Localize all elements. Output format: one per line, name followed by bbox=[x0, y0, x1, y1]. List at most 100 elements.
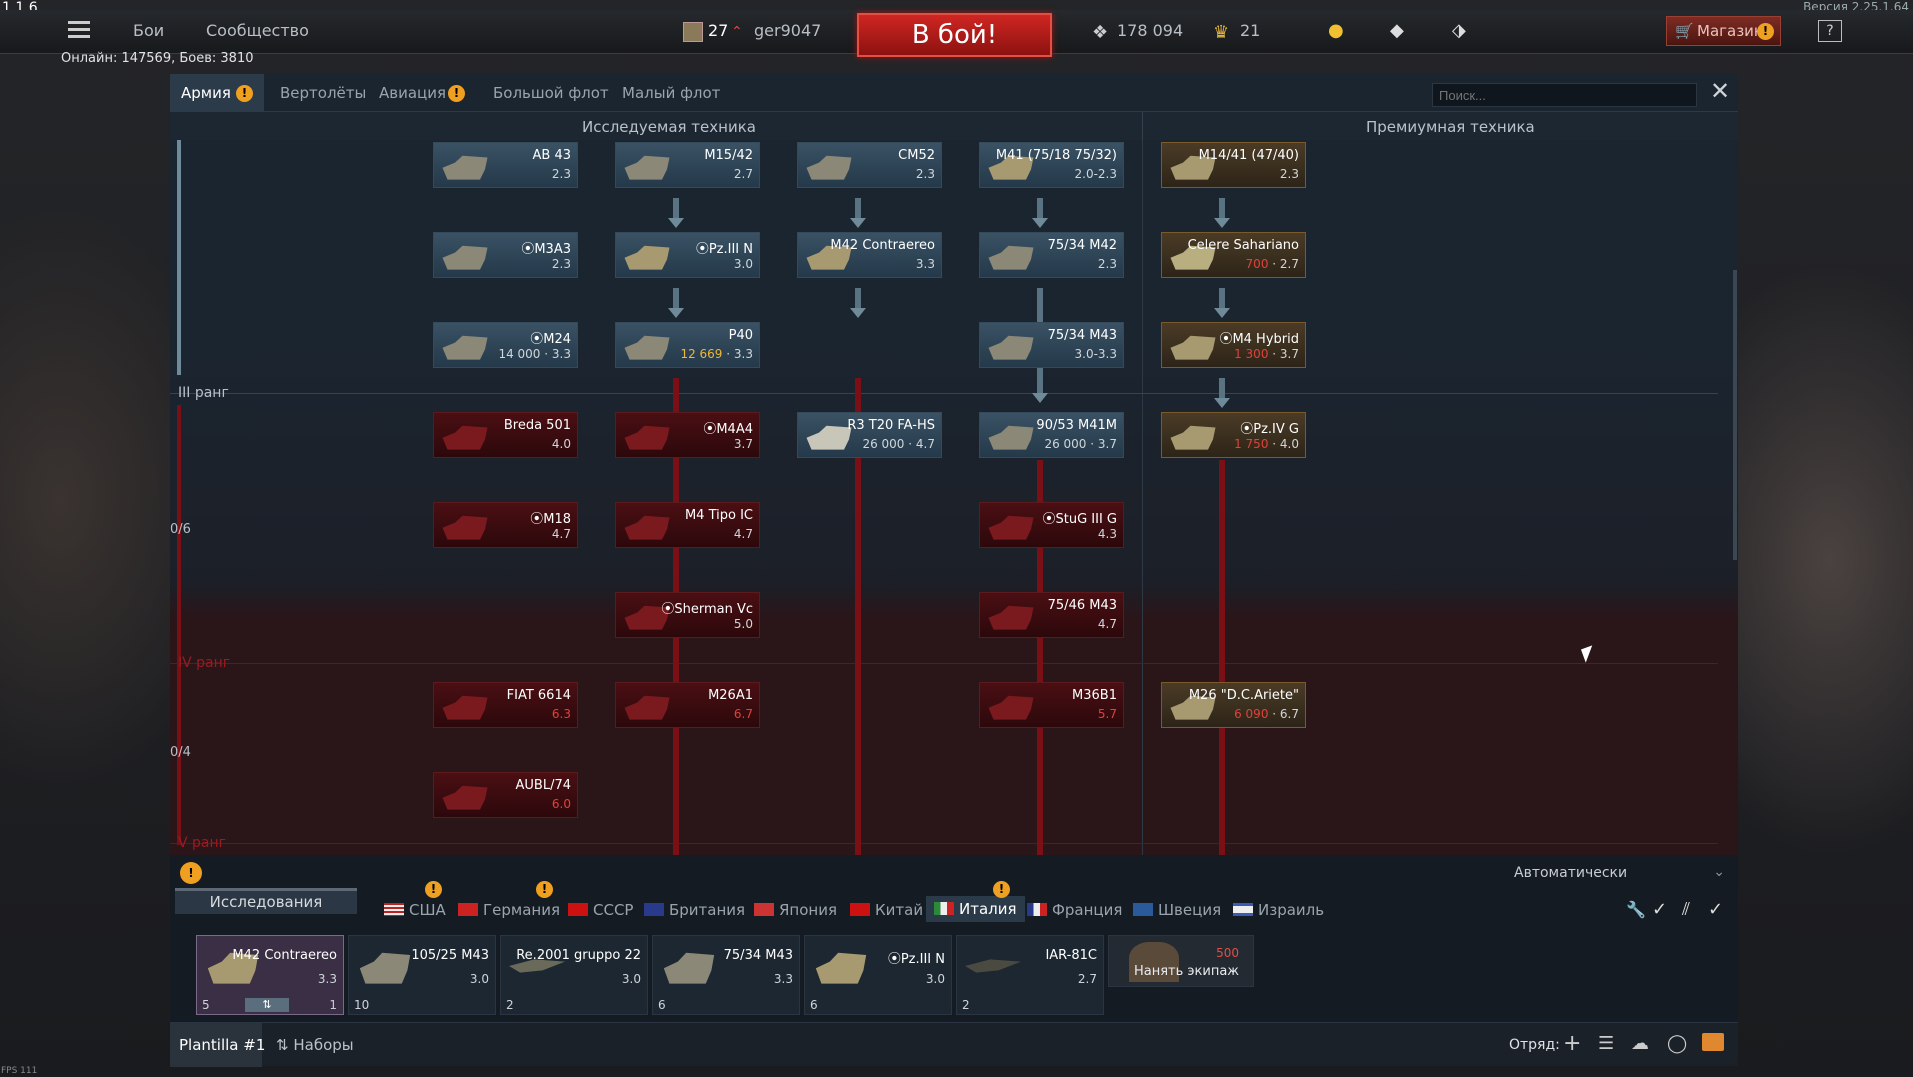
vehicle-card-locked[interactable]: Breda 501 4.0 bbox=[433, 412, 578, 458]
shop-button[interactable]: 🛒 Магазин ! bbox=[1666, 16, 1781, 46]
checkmark-icon[interactable]: ✓ bbox=[1708, 899, 1723, 920]
tank-icon bbox=[442, 515, 488, 540]
vehicle-card-locked[interactable]: M4 Tipo IC 4.7 bbox=[615, 502, 760, 548]
close-icon[interactable]: ✕ bbox=[1708, 79, 1732, 104]
vehicle-card[interactable]: 75/34 M42 2.3 bbox=[979, 232, 1124, 278]
nation-france[interactable]: Франция bbox=[1027, 901, 1122, 919]
premium-vehicle-card[interactable]: ⦿M4 Hybrid 1 300 · 3.7 bbox=[1161, 322, 1306, 368]
tank-icon bbox=[442, 245, 488, 270]
vehicle-card[interactable]: R3 T20 FA-HS 26 000 · 4.7 bbox=[797, 412, 942, 458]
army-warning-icon: ! bbox=[236, 85, 253, 102]
connector-arrow bbox=[1214, 308, 1230, 318]
search-input[interactable] bbox=[1432, 83, 1697, 107]
ticket-icon[interactable]: ⬗ bbox=[1452, 20, 1466, 41]
nation-japan[interactable]: Япония bbox=[754, 901, 837, 919]
research-warning-icon[interactable]: ! bbox=[180, 862, 202, 884]
vehicle-card-locked[interactable]: ⦿M18 4.7 bbox=[433, 502, 578, 548]
fight-button[interactable]: В бой! bbox=[857, 13, 1052, 57]
connector-arrow bbox=[668, 308, 684, 318]
premium-vehicle-card[interactable]: Celere Sahariano 700 · 2.7 bbox=[1161, 232, 1306, 278]
research-toggle[interactable]: Исследования bbox=[175, 888, 357, 914]
vehicle-card-locked[interactable]: ⦿Sherman Vc 5.0 bbox=[615, 592, 760, 638]
vehicle-card[interactable]: CM52 2.3 bbox=[797, 142, 942, 188]
scrollbar[interactable] bbox=[1733, 270, 1737, 560]
connector bbox=[1219, 288, 1225, 308]
vehicle-card[interactable]: M15/42 2.7 bbox=[615, 142, 760, 188]
premium-vehicle-card[interactable]: ⦿Pz.IV G1 750 · 4.0 bbox=[1161, 412, 1306, 458]
nation-china[interactable]: Китай bbox=[850, 901, 923, 919]
tank-icon bbox=[442, 695, 488, 720]
avatar[interactable] bbox=[683, 22, 703, 42]
tank-icon bbox=[988, 605, 1034, 630]
tab-helicopters[interactable]: Вертолёты bbox=[280, 84, 366, 102]
checkmark-icon[interactable]: ✓ bbox=[1652, 899, 1667, 920]
connector-arrow bbox=[1032, 393, 1048, 403]
repair-icon[interactable]: 🔧 bbox=[1626, 900, 1646, 919]
vehicle-card-locked[interactable]: FIAT 6614 6.3 bbox=[433, 682, 578, 728]
nation-ussr[interactable]: СССР bbox=[568, 901, 633, 919]
vehicle-card[interactable]: M41 (75/18 75/32) 2.0-2.3 bbox=[979, 142, 1124, 188]
premium-header: Премиумная техника bbox=[1366, 118, 1535, 136]
sets-button[interactable]: ⇅ Наборы bbox=[276, 1036, 354, 1054]
rank-progress-bar bbox=[177, 140, 181, 375]
hire-crew-button[interactable]: 500 Нанять экипаж bbox=[1108, 935, 1254, 987]
tank-icon bbox=[359, 952, 411, 984]
mail-icon[interactable] bbox=[1702, 1033, 1724, 1051]
battles-menu[interactable]: Бои bbox=[133, 21, 164, 40]
vehicle-card-locked[interactable]: AUBL/74 6.0 bbox=[433, 772, 578, 818]
crew-slot[interactable]: ⦿Pz.III N 3.0 6 bbox=[804, 935, 952, 1015]
connector-arrow bbox=[1214, 398, 1230, 408]
community-menu[interactable]: Сообщество bbox=[206, 21, 309, 40]
vehicle-card[interactable]: P40 12 669 · 3.3 bbox=[615, 322, 760, 368]
list-icon[interactable]: ☰ bbox=[1598, 1033, 1614, 1054]
menu-icon[interactable] bbox=[68, 21, 90, 39]
vehicle-card-locked[interactable]: M36B1 5.7 bbox=[979, 682, 1124, 728]
vehicle-card-locked[interactable]: 75/46 M43 4.7 bbox=[979, 592, 1124, 638]
rank-chevron-icon: ⌃ bbox=[731, 24, 743, 40]
vehicle-card[interactable]: ⦿M24 14 000 · 3.3 bbox=[433, 322, 578, 368]
crew-slot[interactable]: 105/25 M43 3.0 10 bbox=[348, 935, 496, 1015]
vehicle-card-locked[interactable]: ⦿StuG III G 4.3 bbox=[979, 502, 1124, 548]
contacts-icon[interactable]: ☁ bbox=[1631, 1033, 1649, 1054]
nation-britain[interactable]: Британия bbox=[644, 901, 745, 919]
connector-locked bbox=[1219, 460, 1225, 855]
crew-slot[interactable]: Re.2001 gruppo 22 3.0 2 bbox=[500, 935, 648, 1015]
nation-israel[interactable]: Израиль bbox=[1233, 901, 1324, 919]
swap-icon[interactable]: ⇅ bbox=[245, 998, 289, 1012]
crew-slot[interactable]: 75/34 M43 3.3 6 bbox=[652, 935, 800, 1015]
tab-aviation[interactable]: Авиация bbox=[379, 84, 446, 102]
flag-icon bbox=[850, 903, 870, 916]
preset-tab[interactable]: Plantilla #1 bbox=[179, 1036, 265, 1054]
add-squad-icon[interactable]: + bbox=[1563, 1031, 1581, 1056]
nation-sweden[interactable]: Швеция bbox=[1133, 901, 1221, 919]
username[interactable]: ger9047 bbox=[754, 21, 821, 40]
vehicle-card[interactable]: 75/34 M43 3.0-3.3 bbox=[979, 322, 1124, 368]
chat-icon[interactable]: ◯ bbox=[1667, 1033, 1687, 1054]
lightbulb-icon[interactable]: ● bbox=[1328, 20, 1344, 41]
tab-bluewater-fleet[interactable]: Большой флот bbox=[493, 84, 609, 102]
tab-army[interactable]: Армия bbox=[181, 84, 231, 102]
vehicle-card[interactable]: ⦿Pz.III N 3.0 bbox=[615, 232, 760, 278]
tab-coastal-fleet[interactable]: Малый флот bbox=[622, 84, 720, 102]
tech-tree[interactable]: III ранг 0/6 IV ранг 0/4 V ранг AB 43 2.3… bbox=[170, 140, 1738, 855]
vehicle-card-locked[interactable]: M26A1 6.7 bbox=[615, 682, 760, 728]
vehicle-card[interactable]: AB 43 2.3 bbox=[433, 142, 578, 188]
premium-vehicle-card[interactable]: M14/41 (47/40) 2.3 bbox=[1161, 142, 1306, 188]
diamond-icon[interactable]: ◆ bbox=[1390, 20, 1404, 41]
nation-italy[interactable]: Италия bbox=[926, 896, 1025, 922]
nation-germany[interactable]: Германия bbox=[458, 901, 560, 919]
vehicle-card[interactable]: M42 Contraereo 3.3 bbox=[797, 232, 942, 278]
crew-slot[interactable]: M42 Contraereo 3.3 5 ⇅ 1 bbox=[196, 935, 344, 1015]
ammo-icon[interactable]: ⫽ bbox=[1682, 899, 1690, 920]
rank5-label: V ранг bbox=[178, 835, 227, 851]
help-icon[interactable]: ? bbox=[1818, 20, 1842, 42]
vehicle-card[interactable]: ⦿M3A3 2.3 bbox=[433, 232, 578, 278]
vehicle-card[interactable]: 90/53 M41M 26 000 · 3.7 bbox=[979, 412, 1124, 458]
research-mode-select[interactable]: Автоматически ⌄ bbox=[1508, 861, 1733, 887]
vehicle-card-locked[interactable]: ⦿M4A4 3.7 bbox=[615, 412, 760, 458]
nation-usa[interactable]: США bbox=[384, 901, 446, 919]
connector-arrow bbox=[850, 308, 866, 318]
crew-slot[interactable]: IAR-81C 2.7 2 bbox=[956, 935, 1104, 1015]
premium-vehicle-card[interactable]: M26 "D.C.Ariete" 6 090 · 6.7 bbox=[1161, 682, 1306, 728]
tank-icon bbox=[988, 425, 1034, 450]
